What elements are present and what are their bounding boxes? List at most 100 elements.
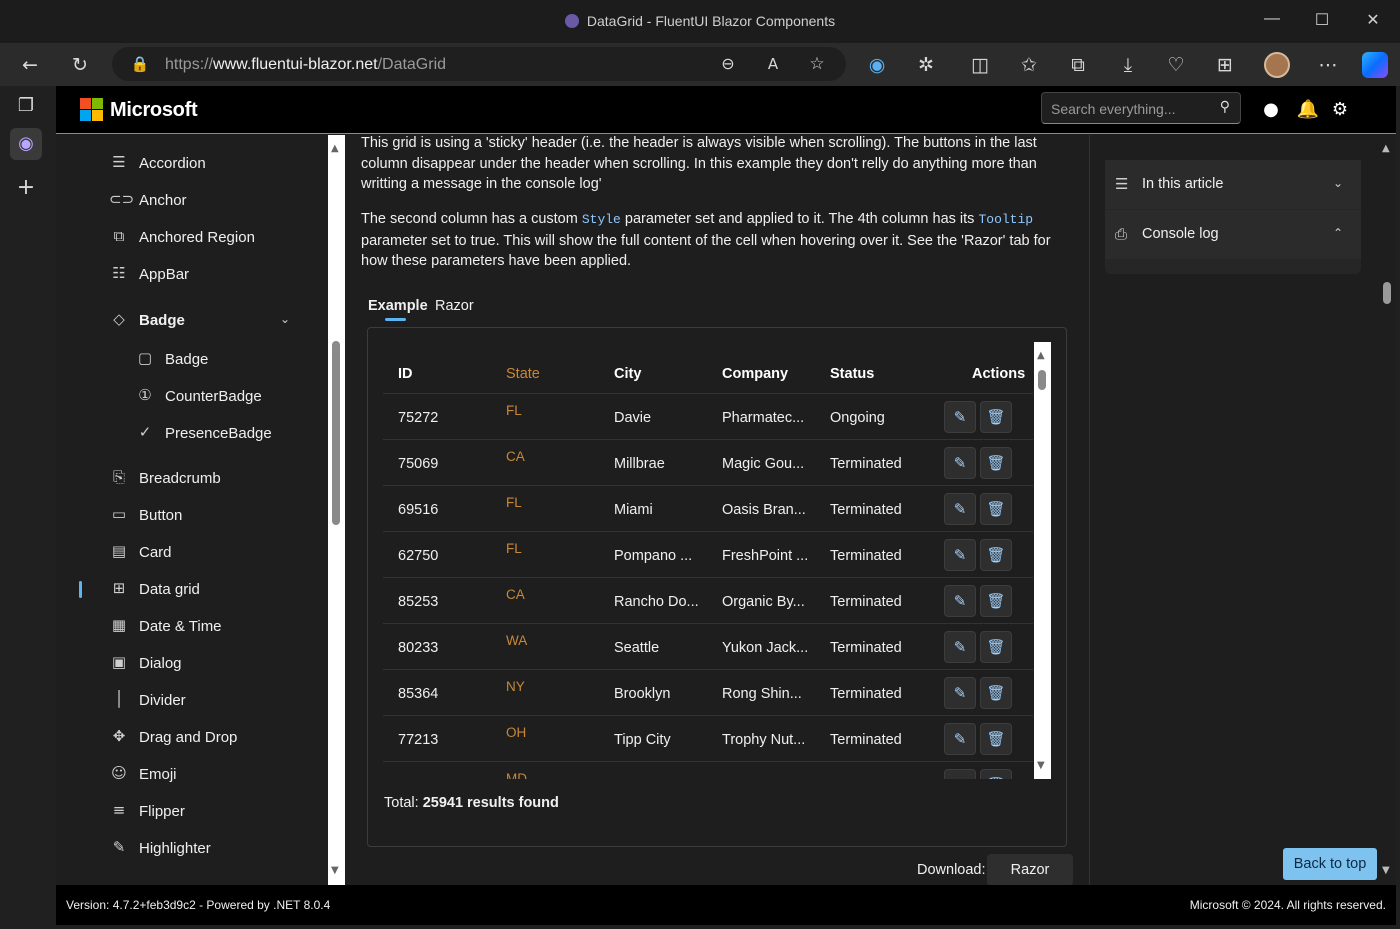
favorites-icon[interactable]: ✩: [1016, 52, 1042, 78]
edit-button[interactable]: ✎: [944, 769, 976, 779]
page-scroll-thumb[interactable]: [1383, 282, 1391, 304]
column-header-city[interactable]: City: [614, 366, 641, 382]
collections-icon[interactable]: ⧉: [1065, 52, 1091, 78]
nav-item-breadcrumb[interactable]: ⎘ Breadcrumb: [56, 461, 346, 495]
column-header-id[interactable]: ID: [398, 366, 413, 382]
download-razor-button[interactable]: Razor: [987, 854, 1073, 885]
back-icon[interactable]: ←: [17, 52, 43, 78]
edit-button[interactable]: ✎: [944, 585, 976, 617]
table-row[interactable]: 75069 CA Millbrae Magic Gou... Terminated ✎ 🗑: [383, 439, 1033, 485]
nav-item-appbar[interactable]: ☷ AppBar: [56, 257, 346, 291]
nav-item-emoji[interactable]: ☺ Emoji: [56, 757, 346, 791]
chevron-up-icon[interactable]: ⌃: [1333, 226, 1343, 240]
tab-example[interactable]: Example: [368, 298, 428, 314]
table-row[interactable]: 77213 OH Tipp City Trophy Nut... Terminated ✎…: [383, 715, 1033, 761]
brand-name[interactable]: Microsoft: [110, 99, 198, 122]
table-row[interactable]: 75272 FL Davie Pharmatec... Ongoing ✎ 🗑: [383, 393, 1033, 439]
url-text[interactable]: https://www.fluentui-blazor.net/DataGrid: [165, 56, 446, 74]
delete-button[interactable]: 🗑: [980, 493, 1012, 525]
toc-console-log[interactable]: ⎙ Console log ⌃: [1105, 210, 1361, 259]
delete-button[interactable]: 🗑: [980, 447, 1012, 479]
toc-in-this-article[interactable]: ☰ In this article ⌄: [1105, 160, 1361, 209]
edit-button[interactable]: ✎: [944, 401, 976, 433]
zoom-out-icon[interactable]: ⊖: [715, 51, 741, 77]
edit-button[interactable]: ✎: [944, 493, 976, 525]
lock-icon[interactable]: 🔒: [127, 51, 153, 77]
browser-essentials-icon[interactable]: ♡: [1163, 52, 1189, 78]
read-aloud-icon[interactable]: A: [760, 51, 786, 77]
scroll-up-arrow[interactable]: ▲: [1037, 350, 1045, 361]
profile-avatar[interactable]: [1264, 52, 1290, 78]
delete-button[interactable]: 🗑: [980, 769, 1012, 779]
extensions-icon[interactable]: ✲: [913, 52, 939, 78]
nav-group-badge[interactable]: ◇ Badge ⌄: [56, 303, 346, 337]
active-tab-icon[interactable]: ◉: [10, 128, 42, 160]
nav-item-anchored-region[interactable]: ⧉ Anchored Region: [56, 220, 346, 254]
edit-button[interactable]: ✎: [944, 631, 976, 663]
maximize-button[interactable]: ☐: [1312, 10, 1332, 30]
nav-item-dialog[interactable]: ▣ Dialog: [56, 646, 346, 680]
copilot-icon[interactable]: [1362, 52, 1388, 78]
nav-scrollbar[interactable]: ▲ ▼: [328, 135, 345, 885]
nav-item-counterbadge[interactable]: ① CounterBadge: [56, 379, 346, 413]
scroll-down-arrow[interactable]: ▼: [331, 865, 339, 876]
grid-scrollbar[interactable]: ▲ ▼: [1034, 342, 1051, 779]
search-icon[interactable]: ⚲: [1220, 99, 1230, 115]
edit-button[interactable]: ✎: [944, 677, 976, 709]
delete-button[interactable]: 🗑: [980, 723, 1012, 755]
notifications-bell-icon[interactable]: 🔔: [1296, 98, 1320, 122]
edit-button[interactable]: ✎: [944, 539, 976, 571]
refresh-icon[interactable]: ↻: [67, 52, 93, 78]
apps-icon[interactable]: ⊞: [1212, 52, 1238, 78]
tab-actions-icon[interactable]: ❐: [10, 90, 42, 122]
delete-button[interactable]: 🗑: [980, 585, 1012, 617]
scroll-down-arrow[interactable]: ▼: [1382, 865, 1390, 876]
table-row[interactable]: 85364 NY Brooklyn Rong Shin... Terminated ✎ 🗑: [383, 669, 1033, 715]
back-to-top-button[interactable]: Back to top: [1283, 848, 1377, 880]
column-header-status[interactable]: Status: [830, 366, 874, 382]
password-manager-icon[interactable]: ◉: [864, 52, 890, 78]
grid-scroll-thumb[interactable]: [1038, 370, 1046, 390]
settings-gear-icon[interactable]: ⚙: [1328, 98, 1352, 122]
scroll-up-arrow[interactable]: ▲: [331, 143, 339, 154]
nav-item-card[interactable]: ▤ Card: [56, 535, 346, 569]
close-window-button[interactable]: ✕: [1363, 10, 1383, 30]
tab-razor[interactable]: Razor: [435, 298, 474, 314]
column-header-state[interactable]: State: [506, 366, 540, 382]
nav-item-highlighter[interactable]: ✎ Highlighter: [56, 831, 346, 865]
nav-scroll-thumb[interactable]: [332, 341, 340, 525]
split-screen-icon[interactable]: ◫: [967, 52, 993, 78]
microsoft-logo[interactable]: [80, 98, 103, 121]
table-row[interactable]: 80233 WA Seattle Yukon Jack... Terminated ✎ 🗑: [383, 623, 1033, 669]
column-header-company[interactable]: Company: [722, 366, 788, 382]
nav-item-drag-and-drop[interactable]: ✥ Drag and Drop: [56, 720, 346, 754]
table-row[interactable]: 69516 FL Miami Oasis Bran... Terminated ✎ 🗑: [383, 485, 1033, 531]
nav-item-button[interactable]: ▭ Button: [56, 498, 346, 532]
scroll-up-arrow[interactable]: ▲: [1382, 143, 1390, 154]
favorite-star-icon[interactable]: ☆: [804, 51, 830, 77]
nav-item-data-grid[interactable]: ⊞ Data grid: [56, 572, 346, 606]
more-menu-icon[interactable]: ⋯: [1315, 52, 1341, 78]
table-row[interactable]: 69983 MD Jessup Del Monte ... Terminated ✎ 🗑: [383, 761, 1033, 779]
downloads-icon[interactable]: ⤓: [1115, 52, 1141, 78]
minimize-button[interactable]: —: [1262, 10, 1282, 28]
page-scrollbar[interactable]: ▲ ▼: [1379, 135, 1396, 885]
nav-item-divider[interactable]: │ Divider: [56, 683, 346, 717]
chevron-down-icon[interactable]: ⌄: [1333, 176, 1343, 190]
nav-item-flipper[interactable]: ≡ Flipper: [56, 794, 346, 828]
scroll-down-arrow[interactable]: ▼: [1037, 760, 1045, 771]
address-bar[interactable]: 🔒 https://www.fluentui-blazor.net/DataGr…: [112, 47, 846, 81]
nav-item-badge[interactable]: ▢ Badge: [56, 342, 346, 376]
github-icon[interactable]: ●: [1259, 98, 1283, 122]
table-row[interactable]: 85253 CA Rancho Do... Organic By... Terminat…: [383, 577, 1033, 623]
chevron-down-icon[interactable]: ⌄: [280, 312, 290, 326]
delete-button[interactable]: 🗑: [980, 401, 1012, 433]
new-tab-icon[interactable]: +: [10, 172, 42, 204]
edit-button[interactable]: ✎: [944, 723, 976, 755]
delete-button[interactable]: 🗑: [980, 631, 1012, 663]
delete-button[interactable]: 🗑: [980, 677, 1012, 709]
delete-button[interactable]: 🗑: [980, 539, 1012, 571]
nav-item-accordion[interactable]: ☰ Accordion: [56, 146, 346, 180]
nav-item-anchor[interactable]: ⊂⊃ Anchor: [56, 183, 346, 217]
edit-button[interactable]: ✎: [944, 447, 976, 479]
